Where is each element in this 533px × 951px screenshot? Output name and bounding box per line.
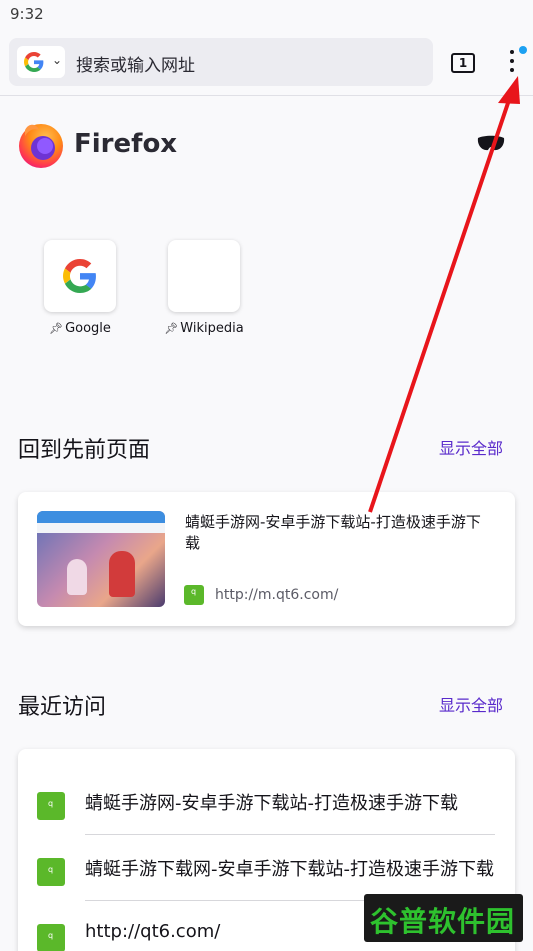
annotation-arrow <box>368 76 520 513</box>
watermark-logo: 谷普软件园 <box>364 894 523 942</box>
watermark-text: 谷普软件园 <box>370 905 516 938</box>
